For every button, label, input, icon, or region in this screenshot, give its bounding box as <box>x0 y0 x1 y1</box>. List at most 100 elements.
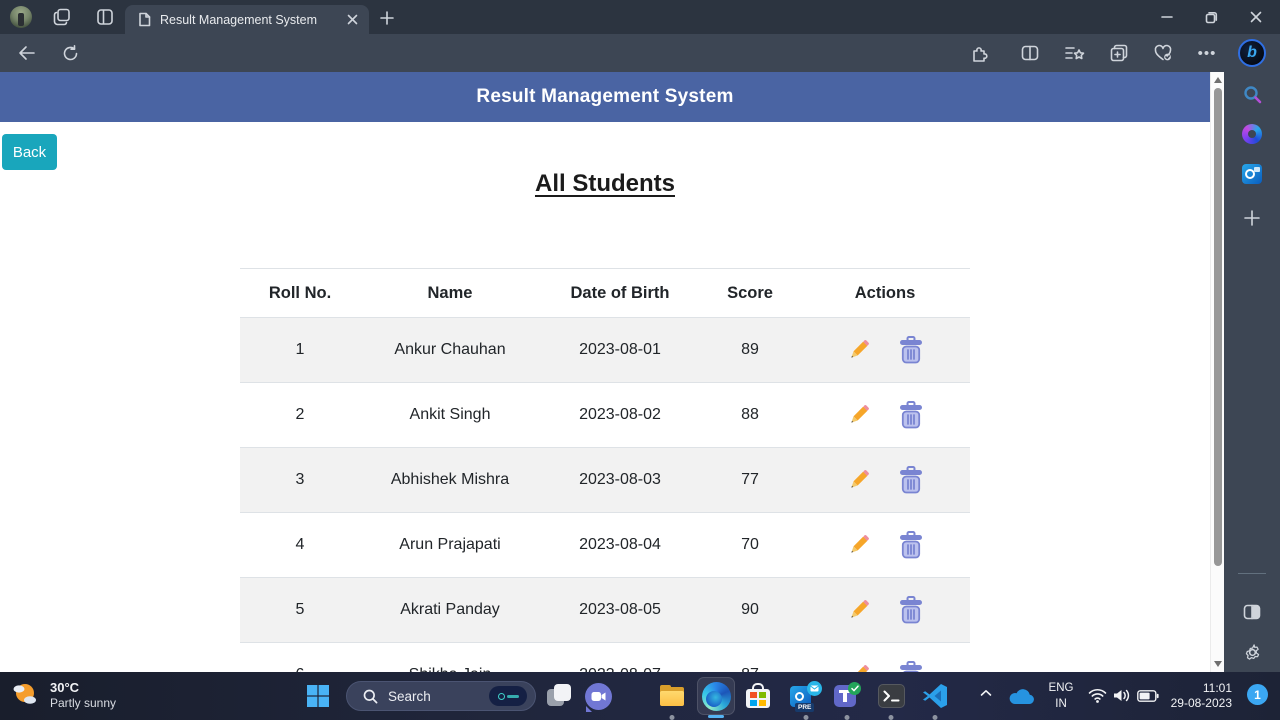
refresh-icon[interactable] <box>59 42 81 64</box>
tab-title: Result Management System <box>160 12 318 27</box>
dob-cell: 2023-08-02 <box>540 382 700 448</box>
sidebar-add-icon[interactable] <box>1242 208 1262 228</box>
chat-button[interactable] <box>584 682 612 712</box>
scrollbar-up-arrow-icon[interactable] <box>1214 77 1222 83</box>
delete-trash-icon[interactable] <box>898 466 924 494</box>
edit-pencil-icon[interactable] <box>846 337 872 363</box>
browser-essentials-icon[interactable] <box>1152 43 1174 63</box>
score-cell: 77 <box>700 447 800 513</box>
window-close-button[interactable] <box>1234 0 1278 34</box>
column-header-dob: Date of Birth <box>540 268 700 318</box>
column-header-actions: Actions <box>800 268 970 318</box>
score-cell: 70 <box>700 512 800 578</box>
collections-icon[interactable] <box>1108 43 1130 63</box>
search-label: Search <box>388 688 431 704</box>
name-cell: Ankur Chauhan <box>360 317 540 383</box>
teams-icon[interactable] <box>833 682 861 710</box>
start-button[interactable] <box>304 682 332 710</box>
table-row: 6 Shikha Jain 2023-08-07 87 <box>240 642 970 672</box>
edit-pencil-icon[interactable] <box>846 597 872 623</box>
roll-cell: 6 <box>240 642 360 672</box>
roll-cell: 3 <box>240 447 360 513</box>
clock-widget[interactable]: 11:01 29-08-2023 <box>1150 681 1232 711</box>
extensions-icon[interactable] <box>969 43 991 63</box>
sidebar-panel-toggle-icon[interactable] <box>1242 602 1262 622</box>
edit-pencil-icon[interactable] <box>846 662 872 672</box>
search-icon <box>363 689 378 703</box>
browser-titlebar: Result Management System <box>0 0 1280 34</box>
onedrive-icon[interactable] <box>1008 688 1034 705</box>
delete-trash-icon[interactable] <box>898 336 924 364</box>
roll-cell: 1 <box>240 317 360 383</box>
score-cell: 90 <box>700 577 800 643</box>
page-content: Result Management System Back All Studen… <box>0 72 1210 672</box>
score-cell: 88 <box>700 382 800 448</box>
name-cell: Arun Prajapati <box>360 512 540 578</box>
table-header-row: Roll No. Name Date of Birth Score Action… <box>240 268 970 318</box>
dob-cell: 2023-08-05 <box>540 577 700 643</box>
edge-browser-icon[interactable] <box>697 677 735 715</box>
scrollbar-thumb[interactable] <box>1214 88 1222 566</box>
sidebar-settings-gear-icon[interactable] <box>1242 642 1262 662</box>
vscode-icon[interactable] <box>921 682 949 710</box>
weather-condition: Partly sunny <box>50 695 117 710</box>
back-button[interactable]: Back <box>2 134 57 170</box>
microsoft-store-icon[interactable] <box>744 682 772 710</box>
browser-tab[interactable]: Result Management System <box>125 5 369 34</box>
notification-count-badge[interactable]: 1 <box>1247 684 1268 705</box>
workspaces-icon[interactable] <box>52 7 72 27</box>
outlook-icon[interactable]: PRE <box>789 681 823 712</box>
edit-pencil-icon[interactable] <box>846 532 872 558</box>
table-row: 1 Ankur Chauhan 2023-08-01 89 <box>240 317 970 383</box>
language-indicator[interactable]: ENG IN <box>1045 680 1077 712</box>
browser-window: Result Management System ••• b Result Ma… <box>0 0 1280 720</box>
window-restore-button[interactable] <box>1189 0 1233 34</box>
settings-more-icon[interactable]: ••• <box>1196 43 1218 63</box>
edge-active-indicator <box>708 715 724 718</box>
taskbar-search-box[interactable]: Search <box>346 681 536 711</box>
terminal-icon[interactable] <box>877 682 905 710</box>
edit-pencil-icon[interactable] <box>846 467 872 493</box>
students-table: Roll No. Name Date of Birth Score Action… <box>240 268 970 672</box>
app-title: Result Management System <box>476 86 734 107</box>
sidebar-outlook-icon[interactable] <box>1242 164 1262 184</box>
score-cell: 87 <box>700 642 800 672</box>
sidebar-divider <box>1238 573 1266 574</box>
roll-cell: 2 <box>240 382 360 448</box>
edit-pencil-icon[interactable] <box>846 402 872 428</box>
task-view-button[interactable] <box>545 682 573 710</box>
partly-sunny-icon <box>13 684 36 704</box>
split-screen-icon[interactable] <box>1019 43 1041 63</box>
back-navigation-icon[interactable] <box>16 42 38 64</box>
volume-icon[interactable] <box>1113 688 1131 703</box>
delete-trash-icon[interactable] <box>898 531 924 559</box>
roll-cell: 4 <box>240 512 360 578</box>
edge-sidebar <box>1224 72 1280 672</box>
sidebar-search-icon[interactable] <box>1242 84 1262 104</box>
page-heading: All Students <box>534 170 675 197</box>
wifi-icon[interactable] <box>1088 688 1107 703</box>
window-minimize-button[interactable] <box>1145 0 1189 34</box>
name-cell: Shikha Jain <box>360 642 540 672</box>
delete-trash-icon[interactable] <box>898 401 924 429</box>
vertical-tabs-icon[interactable] <box>95 7 115 27</box>
weather-widget[interactable]: 30°C Partly sunny <box>10 679 116 711</box>
new-tab-button[interactable] <box>377 8 397 28</box>
windows-taskbar: 30°C Partly sunny Search PRE ENG IN 11:0… <box>0 672 1280 720</box>
name-cell: Ankit Singh <box>360 382 540 448</box>
favorites-icon[interactable] <box>1063 43 1087 63</box>
delete-trash-icon[interactable] <box>898 661 924 672</box>
sidebar-microsoft365-icon[interactable] <box>1242 124 1262 144</box>
name-cell: Abhishek Mishra <box>360 447 540 513</box>
tab-close-icon[interactable] <box>343 11 361 29</box>
column-header-name: Name <box>360 268 540 318</box>
tray-chevron-icon[interactable] <box>980 689 992 697</box>
profile-avatar[interactable] <box>10 6 32 28</box>
bing-chat-icon[interactable]: b <box>1238 39 1266 67</box>
file-explorer-icon[interactable] <box>658 682 686 710</box>
outlook-pre-badge: PRE <box>795 703 815 712</box>
page-scrollbar[interactable] <box>1210 72 1224 672</box>
scrollbar-down-arrow-icon[interactable] <box>1214 661 1222 667</box>
delete-trash-icon[interactable] <box>898 596 924 624</box>
name-cell: Akrati Panday <box>360 577 540 643</box>
